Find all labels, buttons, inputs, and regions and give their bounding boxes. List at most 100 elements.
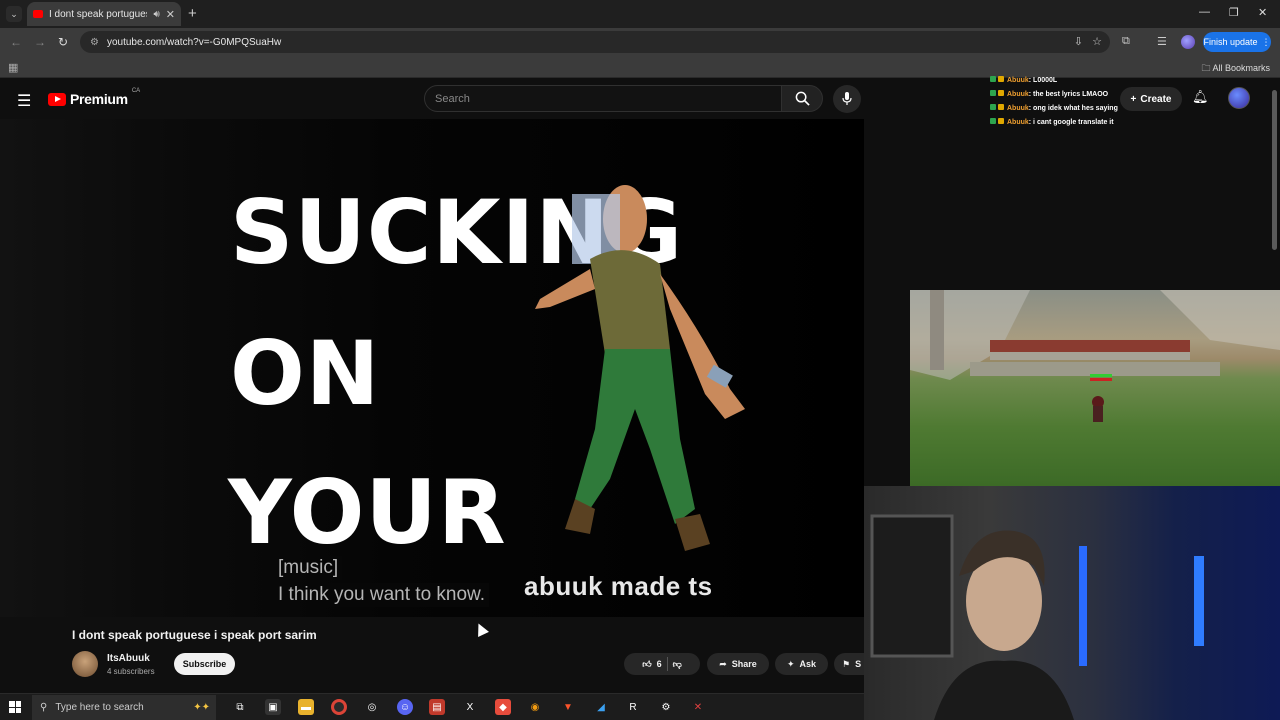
save-button[interactable]: ⚑ S	[834, 653, 864, 675]
bookmark-star-icon[interactable]: ⇩ ☆	[1074, 35, 1102, 48]
forward-icon[interactable]: →	[34, 35, 46, 49]
new-tab-icon[interactable]: +	[188, 5, 197, 22]
video-player[interactable]: SUCKING ON YOUR [music] I think you want…	[0, 119, 864, 617]
page-scrollbar[interactable]	[1272, 90, 1277, 250]
tab-audio-icon[interactable]: 🔊︎	[153, 9, 159, 20]
browser-toolbar: ← → ↻ ⚙ youtube.com/watch?v=-G0MPQSuaHw …	[0, 28, 1280, 56]
app-icon[interactable]: ⚙	[658, 699, 674, 715]
x-app-icon[interactable]: X	[462, 699, 478, 715]
account-avatar[interactable]	[1228, 87, 1250, 109]
like-button[interactable]: 👍︎ 6	[642, 659, 661, 670]
search-input[interactable]: Search	[424, 85, 782, 112]
thumbs-down-icon: 👎︎	[672, 658, 682, 669]
all-bookmarks-label: All Bookmarks	[1212, 63, 1270, 73]
url-text: youtube.com/watch?v=-G0MPQSuaHw	[106, 36, 282, 48]
chat-text: : i cant google translate it	[1028, 119, 1114, 126]
subscribe-button[interactable]: Subscribe	[174, 653, 235, 675]
runelite-icon[interactable]: R	[625, 699, 641, 715]
app-icon[interactable]: ▣	[265, 699, 281, 715]
webcam-overlay	[864, 486, 1280, 720]
share-arrow-icon: ➦	[719, 658, 727, 669]
app-icon[interactable]: ◆	[495, 699, 511, 715]
site-info-icon[interactable]: ⚙	[90, 37, 99, 48]
media-controls-icon[interactable]: ☰	[1157, 35, 1167, 48]
ask-button[interactable]: ✦ Ask	[775, 653, 828, 675]
sparkle-icon: ✦✦	[193, 702, 210, 713]
dislike-button[interactable]: 👎︎	[673, 659, 682, 670]
minimize-icon[interactable]: —	[1199, 6, 1210, 18]
channel-avatar[interactable]	[72, 651, 98, 677]
finish-update-label: Finish update	[1203, 37, 1258, 47]
save-label: S	[855, 659, 862, 669]
microphone-icon	[842, 92, 852, 105]
thumbs-up-icon: 👍︎	[642, 658, 652, 669]
lyric-text: ON	[230, 322, 381, 425]
game-capture-overlay	[910, 290, 1280, 486]
brave-icon[interactable]: ▼	[560, 699, 576, 715]
app-icon[interactable]: ✕	[690, 699, 706, 715]
mouse-cursor-icon	[473, 621, 489, 637]
vscode-icon[interactable]: ◢	[593, 699, 609, 715]
sparkle-icon: ✦	[786, 658, 795, 669]
chrome-icon[interactable]	[331, 699, 347, 715]
chat-badge-icon	[998, 90, 1004, 96]
chat-username: Abuuk	[1007, 119, 1029, 126]
chat-badge-icon	[998, 76, 1004, 82]
youtube-logo[interactable]: Premium CA	[48, 88, 141, 107]
tab-title: I dont speak portuguese i s	[49, 8, 147, 20]
chat-badge-icon	[998, 104, 1004, 110]
address-bar[interactable]: ⚙ youtube.com/watch?v=-G0MPQSuaHw ⇩ ☆	[80, 31, 1110, 53]
like-count: 6	[656, 659, 662, 669]
close-window-icon[interactable]: ✕	[1258, 6, 1267, 19]
voice-search-button[interactable]	[833, 85, 861, 113]
chat-message: Abuuk: L0000L	[990, 74, 1140, 88]
task-view-icon[interactable]: ⧉	[232, 699, 248, 715]
apps-grid-icon[interactable]: ▦	[8, 61, 18, 74]
video-watermark-text: abuuk made ts	[524, 571, 713, 601]
all-bookmarks-link[interactable]: 🗀︎ All Bookmarks	[1201, 61, 1270, 77]
search-placeholder: Search	[435, 92, 470, 105]
stream-chat-overlay: Abuuk: L0000L Abuuk: the best lyrics LMA…	[990, 74, 1140, 130]
search-button[interactable]	[781, 85, 823, 112]
ask-label: Ask	[799, 659, 817, 669]
kebab-menu-icon: ⋮	[1261, 36, 1271, 47]
tab-close-icon[interactable]: ✕	[166, 8, 175, 21]
extensions-icon[interactable]: ⧉	[1122, 35, 1130, 48]
chat-badge-icon	[998, 118, 1004, 124]
youtube-play-icon	[48, 92, 66, 106]
restore-icon[interactable]: ❐	[1229, 6, 1239, 19]
dancing-character-image	[535, 185, 745, 551]
finish-update-button[interactable]: Finish update ⋮	[1203, 32, 1271, 52]
discord-icon[interactable]: ☺	[397, 699, 413, 715]
taskbar-search-input[interactable]: ⚲ Type here to search ✦✦	[32, 695, 216, 720]
webcam-person-image	[870, 514, 1204, 720]
back-icon[interactable]: ←	[10, 35, 22, 49]
logo-text: Premium	[70, 91, 128, 107]
browser-tab-active[interactable]: I dont speak portuguese i s 🔊︎ ✕	[27, 2, 181, 26]
file-explorer-icon[interactable]: ▬	[298, 699, 314, 715]
region-code: CA	[131, 88, 141, 94]
chat-badge-icon	[990, 104, 996, 110]
chat-badge-icon	[990, 118, 996, 124]
share-button[interactable]: ➦ Share	[707, 653, 769, 675]
app-icon[interactable]: ▤	[429, 699, 445, 715]
obs-icon[interactable]: ◎	[364, 699, 380, 715]
chat-message: Abuuk: ong idek what hes saying	[990, 102, 1140, 116]
browser-profile-avatar[interactable]	[1181, 35, 1195, 49]
subscriber-count: 4 subscribers	[107, 667, 155, 676]
tab-search-dropdown-icon[interactable]: ⌄	[6, 6, 22, 22]
video-title: I dont speak portuguese i speak port sar…	[72, 628, 317, 642]
search-icon	[795, 91, 810, 106]
hamburger-menu-icon[interactable]: ☰	[17, 91, 31, 111]
youtube-favicon-icon	[33, 10, 43, 18]
notifications-bell-icon[interactable]: 🔔︎	[1192, 89, 1209, 105]
chat-username: Abuuk	[1007, 91, 1029, 98]
blender-icon[interactable]: ◉	[527, 699, 543, 715]
game-scene-image	[910, 290, 1280, 422]
chat-username: Abuuk	[1007, 105, 1029, 112]
reload-icon[interactable]: ↻	[58, 35, 68, 49]
browser-tab-bar: ⌄ I dont speak portuguese i s 🔊︎ ✕ + — ❐…	[0, 0, 1280, 28]
windows-start-icon[interactable]	[9, 701, 21, 713]
create-label: Create	[1140, 93, 1172, 105]
channel-name[interactable]: ItsAbuuk	[107, 653, 150, 664]
